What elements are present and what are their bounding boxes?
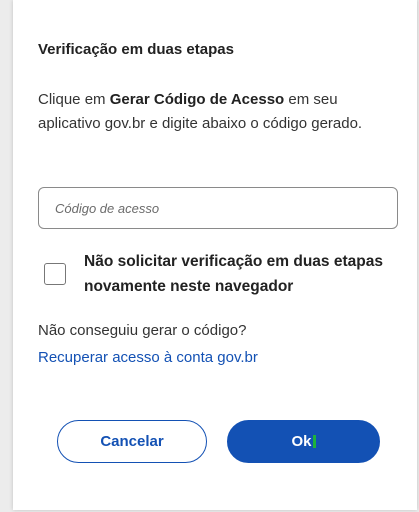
instructions-before: Clique em bbox=[38, 91, 110, 108]
recover-account-link[interactable]: Recuperar acesso à conta gov.br bbox=[38, 349, 258, 366]
two-step-verification-dialog: Verificação em duas etapas Clique em Ger… bbox=[13, 0, 417, 510]
dialog-title: Verificação em duas etapas bbox=[38, 41, 234, 58]
remember-browser-checkbox[interactable] bbox=[44, 263, 66, 285]
ok-button-label: Ok bbox=[291, 433, 312, 450]
instructions-text: Clique em Gerar Código de Acesso em seu … bbox=[38, 88, 388, 136]
help-question-text: Não conseguiu gerar o código? bbox=[38, 322, 247, 339]
text-cursor-marker bbox=[312, 435, 316, 448]
instructions-bold: Gerar Código de Acesso bbox=[109, 91, 285, 108]
remember-browser-label[interactable]: Não solicitar verificação em duas etapas… bbox=[84, 249, 394, 299]
access-code-input[interactable] bbox=[38, 187, 398, 229]
cancel-button-label: Cancelar bbox=[100, 433, 164, 450]
ok-button[interactable]: Ok bbox=[227, 420, 380, 463]
cancel-button[interactable]: Cancelar bbox=[57, 420, 207, 463]
